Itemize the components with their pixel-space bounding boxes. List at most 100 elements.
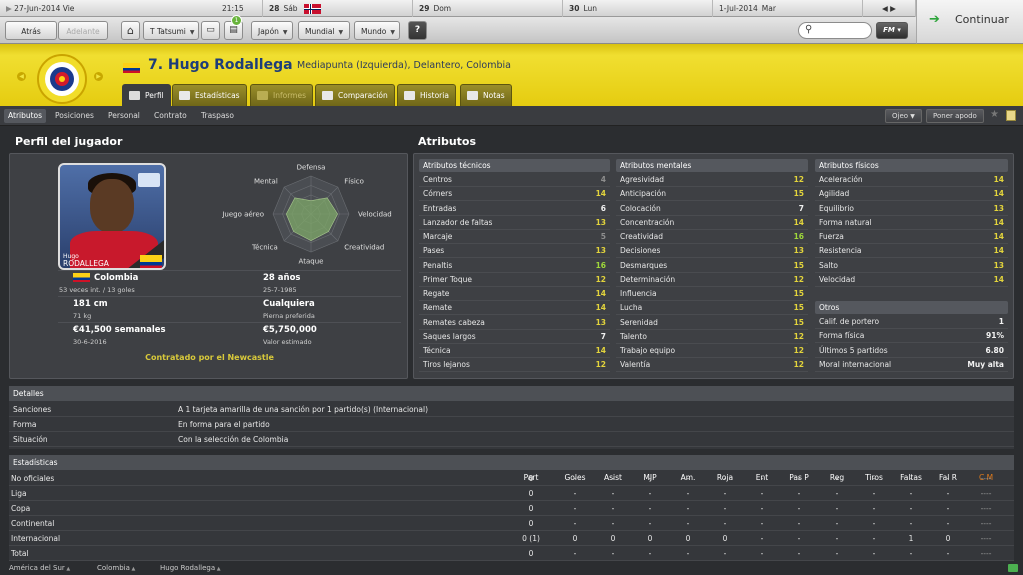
breadcrumb-region[interactable]: América del Sur [9, 561, 70, 575]
colombia-crest-icon [37, 54, 87, 104]
attribute-row[interactable]: Fuerza 14 [815, 230, 1008, 244]
world-menu[interactable]: Mundo ▼ [354, 21, 400, 40]
attribute-row[interactable]: Centros 4 [419, 173, 610, 187]
caps-value: 53 veces int. / 13 goles [59, 286, 135, 294]
stats-panel: Estadísticas Part Goles Asist MJP Am. Roja Ent… [9, 455, 1014, 561]
attribute-row[interactable]: Entradas 6 [419, 202, 610, 216]
attribute-row[interactable]: Aceleración 14 [815, 173, 1008, 187]
attribute-row[interactable]: Lanzador de faltas 13 [419, 216, 610, 230]
stats-cell: - [909, 474, 913, 483]
home-icon[interactable]: ⌂ [121, 21, 140, 40]
attribute-row[interactable]: Valentía 12 [616, 358, 808, 373]
tab-notes[interactable]: Notas [460, 84, 512, 106]
attribute-row[interactable]: Remate 14 [419, 301, 610, 316]
attribute-name: Córners [423, 189, 453, 199]
attribute-row[interactable]: Remates cabeza 13 [419, 316, 610, 330]
attribute-row[interactable]: Últimos 5 partidos 6.80 [815, 344, 1008, 358]
attribute-row[interactable]: Decisiones 13 [616, 244, 808, 259]
stats-cell: - [573, 504, 577, 513]
attribute-row[interactable]: Saques largos 7 [419, 330, 610, 344]
calendar-date: 27-Jun-2014 [14, 4, 61, 13]
attribute-row[interactable]: Agresividad 12 [616, 173, 808, 187]
attribute-row[interactable]: Concentración 14 [616, 216, 808, 230]
subnav-attributes[interactable]: Atributos [4, 109, 47, 123]
attribute-row[interactable]: Forma física 91% [815, 329, 1008, 344]
forward-button[interactable]: Adelante [58, 21, 108, 40]
calendar-nav-arrows[interactable]: ◀ ▶ [863, 0, 916, 17]
profile-section-title: Perfil del jugador [15, 135, 123, 148]
attribute-row[interactable]: Moral internacional Muy alta [815, 358, 1008, 372]
calendar-day-29[interactable]: 29 Dom [413, 0, 563, 17]
star-icon[interactable]: ★ [990, 109, 999, 120]
forward-label: Adelante [66, 27, 100, 36]
attribute-row[interactable]: Colocación 7 [616, 202, 808, 216]
attribute-row[interactable]: Talento 12 [616, 330, 808, 344]
subnav-transfer[interactable]: Traspaso [197, 109, 238, 123]
inbox-icon[interactable]: ▭ [201, 21, 220, 40]
attribute-row[interactable]: Creatividad 16 [616, 230, 808, 244]
height-value: 181 cm [73, 299, 108, 309]
tab-statistics[interactable]: Estadísticas [172, 84, 247, 106]
subnav-positions[interactable]: Posiciones [51, 109, 98, 123]
attribute-row[interactable]: Marcaje 5 [419, 230, 610, 244]
tab-label: Historia [420, 91, 449, 100]
japan-label: Japón [258, 27, 279, 36]
stats-cell: - [835, 549, 839, 558]
attribute-row[interactable]: Trabajo equipo 12 [616, 344, 808, 358]
attribute-row[interactable]: Equilibrio 13 [815, 202, 1008, 216]
continue-button[interactable]: ➔ Continuar [916, 0, 1023, 44]
nickname-button[interactable]: Poner apodo [926, 109, 984, 123]
attribute-row[interactable]: Calif. de portero 1 [815, 315, 1008, 329]
attribute-row[interactable]: Velocidad 14 [815, 273, 1008, 287]
attribute-row[interactable]: Lucha 15 [616, 301, 808, 316]
nation-value[interactable]: Colombia [94, 273, 138, 283]
tab-label: Informes [273, 91, 306, 100]
profile-card-icon [129, 91, 140, 100]
attribute-row[interactable]: Técnica 14 [419, 344, 610, 358]
attribute-row[interactable]: Anticipación 15 [616, 187, 808, 202]
tab-comparison[interactable]: Comparación [315, 84, 395, 106]
calendar-day-28[interactable]: 28 Sáb [263, 0, 413, 17]
help-icon[interactable]: ? [408, 21, 427, 40]
attribute-row[interactable]: Serenidad 15 [616, 316, 808, 330]
fm-menu-button[interactable]: FM ▾ [876, 22, 908, 39]
details-value: En forma para el partido [178, 420, 270, 429]
breadcrumb-player[interactable]: Hugo Rodallega [160, 561, 221, 575]
attribute-row[interactable]: Regate 14 [419, 287, 610, 301]
attribute-row[interactable]: Córners 14 [419, 187, 610, 202]
breadcrumb-nation[interactable]: Colombia [97, 561, 135, 575]
attribute-row[interactable]: Forma natural 14 [815, 216, 1008, 230]
japan-menu[interactable]: Japón ▼ [251, 21, 293, 40]
back-button[interactable]: Atrás [5, 21, 57, 40]
previous-player-icon[interactable]: ◀ [17, 72, 26, 81]
calendar-current-day[interactable]: ▶ 27-Jun-2014 Vie 21:15 [0, 0, 263, 17]
subnav-personal[interactable]: Personal [104, 109, 144, 123]
tab-profile[interactable]: Perfil [122, 84, 171, 106]
attribute-row[interactable]: Primer Toque 12 [419, 273, 610, 287]
attribute-row[interactable]: Agilidad 14 [815, 187, 1008, 202]
attribute-row[interactable]: Salto 13 [815, 259, 1008, 273]
attribute-row[interactable]: Tiros lejanos 12 [419, 358, 610, 373]
stats-cell: - [872, 549, 876, 558]
contract-status[interactable]: Contratado por el Newcastle [10, 353, 409, 362]
next-player-icon[interactable]: ▶ [94, 72, 103, 81]
manager-menu[interactable]: T Tatsumi ▼ [143, 21, 199, 40]
attribute-row[interactable]: Penaltis 16 [419, 259, 610, 273]
attribute-value: 13 [993, 260, 1004, 270]
attribute-row[interactable]: Resistencia 14 [815, 244, 1008, 259]
attribute-row[interactable]: Determinación 12 [616, 273, 808, 287]
attribute-name: Pases [423, 246, 445, 256]
search-input[interactable]: ⚲ [798, 22, 872, 39]
note-icon[interactable] [1006, 110, 1016, 121]
attribute-row[interactable]: Influencia 15 [616, 287, 808, 301]
world-cup-menu[interactable]: Mundial ▼ [298, 21, 350, 40]
attribute-row[interactable]: Pases 13 [419, 244, 610, 259]
calendar-day-30[interactable]: 30 Lun [563, 0, 713, 17]
stats-cell: - [835, 534, 839, 543]
tab-reports[interactable]: Informes [250, 84, 313, 106]
tab-history[interactable]: Historia [397, 84, 456, 106]
subnav-contract[interactable]: Contrato [150, 109, 191, 123]
scout-button[interactable]: Ojeo ▼ [885, 109, 922, 123]
attribute-row[interactable]: Desmarques 15 [616, 259, 808, 273]
calendar-day-1-jul[interactable]: 1-Jul-2014 Mar [713, 0, 863, 17]
